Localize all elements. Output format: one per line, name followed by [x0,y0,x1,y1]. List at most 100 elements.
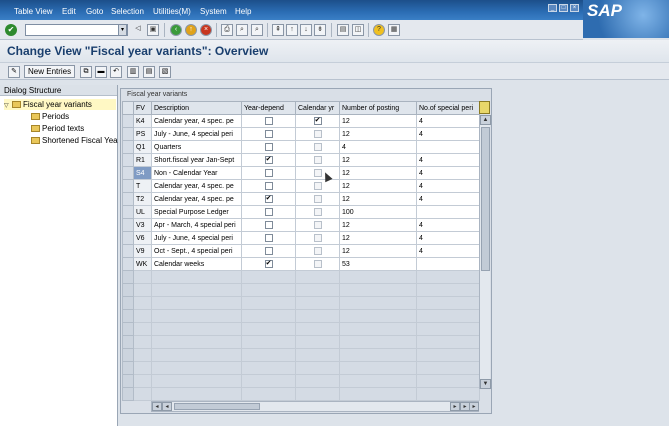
column-header-special-periods[interactable]: No.of special peri [416,101,480,115]
first-page-icon[interactable]: ⇞ [272,24,284,36]
posting-periods-cell[interactable]: 4 [339,140,417,154]
description-cell[interactable]: Apr - March, 4 special peri [151,218,242,232]
calendar-year-checkbox[interactable] [313,143,322,151]
fv-cell[interactable]: T2 [133,192,152,206]
menu-edit[interactable]: Edit [62,7,76,16]
row-selector[interactable] [122,270,134,284]
row-selector[interactable] [122,179,134,193]
calendar-year-checkbox[interactable] [313,221,322,229]
tree-item-periods[interactable]: Periods [31,111,69,122]
calendar-year-checkbox[interactable] [313,156,322,164]
year-dependent-checkbox[interactable] [264,247,273,255]
column-header-description[interactable]: Description [151,101,242,115]
special-periods-cell[interactable] [416,205,480,219]
scroll-up-icon[interactable]: ▲ [480,115,491,125]
year-dependent-checkbox[interactable] [264,130,273,138]
year-dependent-checkbox[interactable] [264,169,273,177]
calendar-year-checkbox[interactable] [313,182,322,190]
row-selector[interactable] [122,218,134,232]
row-selector[interactable] [122,309,134,323]
posting-periods-cell[interactable]: 12 [339,231,417,245]
fv-cell[interactable]: UL [133,205,152,219]
row-selector[interactable] [122,153,134,167]
new-entries-button[interactable]: New Entries [24,65,76,78]
command-field[interactable] [25,24,128,36]
special-periods-cell[interactable]: 4 [416,192,480,206]
scroll-left-icon[interactable]: ◂ [162,402,172,411]
description-cell[interactable]: Calendar weeks [151,257,242,271]
calendar-year-checkbox[interactable] [313,195,322,203]
description-cell[interactable]: Calendar year, 4 spec. pe [151,179,242,193]
description-cell[interactable]: July - June, 4 special peri [151,127,242,141]
fv-cell[interactable]: K4 [133,114,152,128]
row-selector[interactable] [122,244,134,258]
undo-change-icon[interactable]: ↶ [110,66,122,78]
select-all-rows-header[interactable] [122,101,134,115]
description-cell[interactable]: Oct - Sept., 4 special peri [151,244,242,258]
description-cell[interactable]: Short.fiscal year Jan-Sept [151,153,242,167]
row-selector[interactable] [122,140,134,154]
maximize-icon[interactable]: □ [559,4,568,12]
previous-page-icon[interactable]: ↑ [286,24,298,36]
print-icon[interactable]: ⎙ [221,24,233,36]
tree-expand-icon[interactable]: ▽ [4,101,12,112]
tree-item-shortened-fiscal-year[interactable]: Shortened Fiscal Yea [31,135,118,146]
description-cell[interactable]: Quarters [151,140,242,154]
special-periods-cell[interactable]: 4 [416,179,480,193]
find-next-icon[interactable]: ⌕ [251,24,263,36]
row-selector[interactable] [122,283,134,297]
minimize-icon[interactable]: _ [548,4,557,12]
year-dependent-checkbox[interactable] [264,117,273,125]
delete-icon[interactable]: ▬ [95,66,107,78]
select-all-icon[interactable]: ▥ [127,66,139,78]
horizontal-scrollbar[interactable]: ◂ ◂ ▸ ▸ ▸ [151,401,479,412]
row-selector[interactable] [122,322,134,336]
year-dependent-checkbox[interactable] [264,182,273,190]
calendar-year-checkbox[interactable] [313,169,322,177]
fv-cell[interactable]: S4 [133,166,152,180]
posting-periods-cell[interactable]: 12 [339,114,417,128]
description-cell[interactable]: Special Purpose Ledger [151,205,242,219]
next-page-icon[interactable]: ↓ [300,24,312,36]
row-selector[interactable] [122,192,134,206]
deselect-all-icon[interactable]: ▧ [159,66,171,78]
calendar-year-checkbox[interactable] [313,208,322,216]
copy-as-icon[interactable]: ⧉ [80,66,92,78]
year-dependent-checkbox[interactable]: ✔ [264,195,273,203]
row-selector[interactable] [122,127,134,141]
year-dependent-checkbox[interactable]: ✔ [264,260,273,268]
calendar-year-checkbox[interactable] [313,234,322,242]
fv-cell[interactable]: WK [133,257,152,271]
special-periods-cell[interactable]: 4 [416,231,480,245]
posting-periods-cell[interactable]: 12 [339,218,417,232]
cancel-icon[interactable]: × [200,24,212,36]
row-selector[interactable] [122,348,134,362]
column-header-year-dependent[interactable]: Year-depend [241,101,296,115]
last-page-icon[interactable]: ⇟ [314,24,326,36]
fv-cell[interactable]: V3 [133,218,152,232]
year-dependent-checkbox[interactable] [264,208,273,216]
help-icon[interactable]: ? [373,24,385,36]
shortcut-icon[interactable]: ◫ [352,24,364,36]
fv-cell[interactable]: R1 [133,153,152,167]
year-dependent-checkbox[interactable] [264,234,273,242]
menu-system[interactable]: System [200,7,227,16]
tree-item-fiscal-year-variants[interactable]: ▽ Fiscal year variants [4,99,116,110]
find-icon[interactable]: ⌕ [236,24,248,36]
enter-check-icon[interactable]: ✔ [5,24,17,36]
special-periods-cell[interactable]: 4 [416,153,480,167]
row-selector[interactable] [122,166,134,180]
vertical-scrollbar[interactable]: ▲ ▼ [479,115,491,389]
special-periods-cell[interactable]: 4 [416,218,480,232]
posting-periods-cell[interactable]: 12 [339,166,417,180]
fv-cell[interactable]: T [133,179,152,193]
row-selector[interactable] [122,257,134,271]
row-selector[interactable] [122,387,134,401]
description-cell[interactable]: July - June, 4 special peri [151,231,242,245]
tree-item-period-texts[interactable]: Period texts [31,123,84,134]
special-periods-cell[interactable] [416,257,480,271]
year-dependent-checkbox[interactable] [264,143,273,151]
menu-goto[interactable]: Goto [86,7,103,16]
row-selector[interactable] [122,205,134,219]
row-selector[interactable] [122,335,134,349]
